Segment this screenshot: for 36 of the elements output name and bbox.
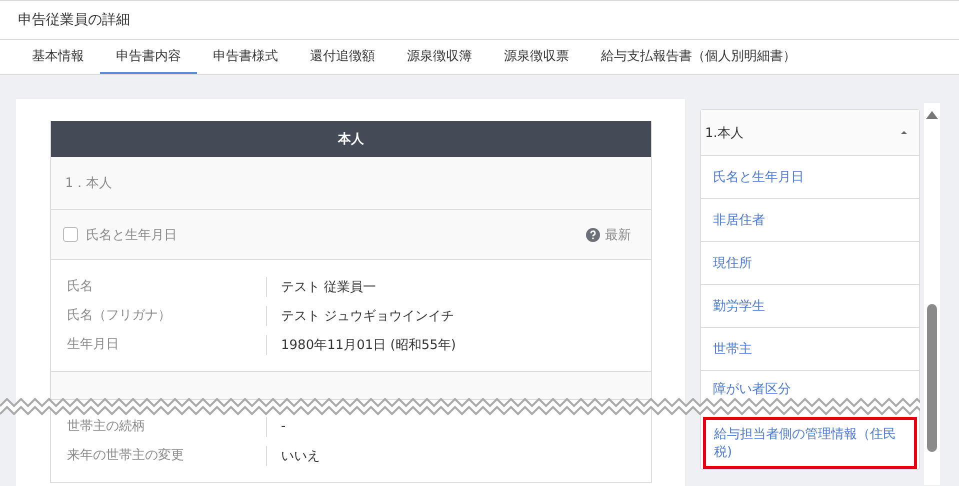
section-title: 1．本人 xyxy=(51,157,651,210)
scrollbar[interactable] xyxy=(924,103,940,485)
field-value: テスト ジュウギョウインイチ xyxy=(280,308,454,324)
field-value: いいえ xyxy=(280,448,320,464)
tab[interactable]: 源泉徴収簿 xyxy=(391,40,488,74)
nav-link[interactable]: 非居住者 xyxy=(701,199,919,242)
tab[interactable]: 還付追徴額 xyxy=(294,40,391,74)
scroll-thumb[interactable] xyxy=(927,304,937,452)
help-icon xyxy=(586,228,600,242)
scroll-up-icon[interactable] xyxy=(926,111,938,119)
field-value: - xyxy=(280,419,286,434)
tab[interactable]: 源泉徴収票 xyxy=(488,40,585,74)
checkbox[interactable] xyxy=(63,227,78,242)
field-label: 氏名 xyxy=(67,276,267,296)
page-title: 申告従業員の詳細 xyxy=(18,11,130,29)
checkbox-label: 氏名と生年月日 xyxy=(86,226,177,244)
status-text: 最新 xyxy=(605,226,631,244)
field-label: 来年の世帯主の変更 xyxy=(67,446,267,466)
field-label: 世帯主の続柄 xyxy=(67,416,267,436)
card-header: 本人 xyxy=(51,121,651,157)
section-dropdown[interactable]: 1.本人 氏名と生年月日 非居住者 現住所 勤労学生 世帯主 障がい者区分 給与担当者側の管理情報（住民税) xyxy=(700,109,920,470)
tab[interactable]: 基本情報 xyxy=(16,40,100,74)
nav-link[interactable]: 世帯主 xyxy=(701,328,919,371)
nav-link[interactable]: 障がい者区分 xyxy=(701,371,919,396)
nav-link[interactable]: 勤労学生 xyxy=(701,285,919,328)
nav-link[interactable]: 氏名と生年月日 xyxy=(701,156,919,199)
field-value: テスト 従業員一 xyxy=(280,278,376,296)
nav-link[interactable]: 給与担当者側の管理情報（住民税) xyxy=(703,417,917,469)
tab[interactable]: 給与支払報告書（個人別明細書） xyxy=(585,40,812,74)
field-label: 生年月日 xyxy=(67,334,267,354)
tab[interactable]: 申告書様式 xyxy=(197,40,294,74)
tab[interactable]: 申告書内容 xyxy=(100,40,197,74)
field-label: 氏名（フリガナ） xyxy=(67,306,267,326)
field-value: 1980年11月01日 (昭和55年) xyxy=(280,336,456,354)
nav-link[interactable]: 現住所 xyxy=(701,242,919,285)
dropdown-label: 1.本人 xyxy=(705,124,744,142)
